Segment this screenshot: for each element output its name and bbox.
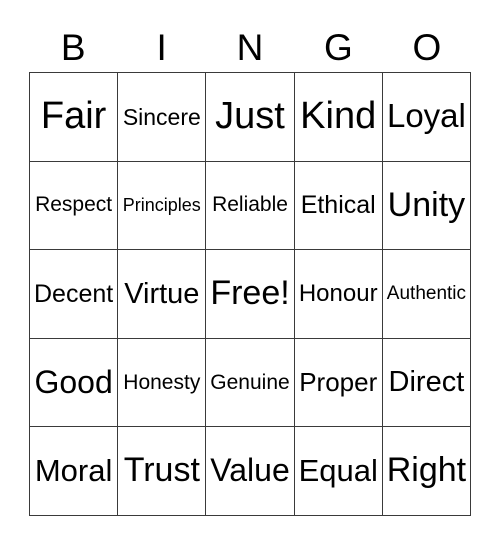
bingo-cell-label: Moral xyxy=(34,452,113,488)
bingo-cell[interactable]: Respect xyxy=(30,161,119,251)
bingo-cell[interactable]: Good xyxy=(30,338,119,428)
bingo-cell[interactable]: Proper xyxy=(294,338,383,428)
bingo-cell-label: Kind xyxy=(300,94,377,137)
table-row: Fair Sincere Just Kind Loyal xyxy=(30,73,472,162)
bingo-cell-label: Authentic xyxy=(386,283,467,305)
table-row: Good Honesty Genuine Proper Direct xyxy=(30,338,472,428)
bingo-header-letter-b: B xyxy=(60,26,86,68)
bingo-cell-label: Equal xyxy=(298,452,378,488)
bingo-cell-label: Reliable xyxy=(212,193,288,217)
table-row: Decent Virtue Free! Honour Authentic xyxy=(30,250,472,339)
bingo-cell[interactable]: Equal xyxy=(294,427,383,516)
bingo-cell[interactable]: Just xyxy=(206,73,295,162)
bingo-cell-label: Genuine xyxy=(210,370,290,394)
bingo-cell-label: Ethical xyxy=(300,191,376,220)
bingo-header-letter-o: O xyxy=(412,26,442,68)
table-row: Respect Principles Reliable Ethical Unit… xyxy=(30,161,472,251)
bingo-cell-label: Decent xyxy=(33,279,114,308)
bingo-cell-label: Loyal xyxy=(386,97,466,135)
bingo-cell[interactable]: Unity xyxy=(382,161,472,251)
bingo-cell-label: Right xyxy=(386,451,467,490)
bingo-cell[interactable]: Principles xyxy=(118,161,207,251)
bingo-cell[interactable]: Moral xyxy=(30,427,119,516)
bingo-cell-label: Unity xyxy=(387,185,466,224)
bingo-cell-label: Principles xyxy=(122,194,201,215)
bingo-cell[interactable]: Ethical xyxy=(294,161,383,251)
bingo-cell[interactable]: Trust xyxy=(118,427,207,516)
bingo-cell[interactable]: Virtue xyxy=(118,250,207,339)
bingo-cell-label: Free! xyxy=(210,274,290,313)
bingo-cell[interactable]: Honour xyxy=(294,250,383,339)
bingo-cell[interactable]: Loyal xyxy=(382,73,472,162)
bingo-header-letter-n: N xyxy=(236,26,264,68)
bingo-card: B I N G O Fair Sincere Just Kind Loyal R… xyxy=(29,22,472,516)
bingo-cell-label: Value xyxy=(210,452,290,489)
bingo-cell-label: Good xyxy=(34,363,113,400)
bingo-header-letter-i: I xyxy=(156,26,167,68)
bingo-cell[interactable]: Honesty xyxy=(118,338,207,428)
table-row: Moral Trust Value Equal Right xyxy=(30,427,472,516)
bingo-cell-label: Just xyxy=(215,94,285,137)
bingo-cell-label: Virtue xyxy=(124,277,200,310)
bingo-cell[interactable]: Genuine xyxy=(206,338,295,428)
bingo-cell[interactable]: Authentic xyxy=(382,250,472,339)
bingo-cell[interactable]: Fair xyxy=(30,73,119,162)
bingo-cell-label: Fair xyxy=(40,94,107,137)
bingo-cell[interactable]: Direct xyxy=(382,338,472,428)
bingo-header-letter-g: G xyxy=(324,26,353,68)
bingo-cell-label: Direct xyxy=(388,366,465,399)
bingo-cell-label: Honesty xyxy=(123,370,201,394)
bingo-cell[interactable]: Right xyxy=(382,427,472,516)
bingo-cell-free[interactable]: Free! xyxy=(206,250,295,339)
bingo-cell[interactable]: Kind xyxy=(294,73,383,162)
bingo-cell-label: Honour xyxy=(298,280,378,308)
bingo-cell-label: Respect xyxy=(35,193,113,217)
bingo-cell[interactable]: Decent xyxy=(30,250,119,339)
bingo-cell[interactable]: Sincere xyxy=(118,73,207,162)
bingo-cell-label: Trust xyxy=(123,451,200,490)
bingo-cell-label: Proper xyxy=(299,366,378,397)
bingo-cell[interactable]: Reliable xyxy=(206,161,295,251)
bingo-cell[interactable]: Value xyxy=(206,427,295,516)
bingo-cell-label: Sincere xyxy=(122,103,201,130)
bingo-header-row: B I N G O xyxy=(29,22,471,72)
bingo-grid: Fair Sincere Just Kind Loyal Respect Pri… xyxy=(29,72,472,516)
